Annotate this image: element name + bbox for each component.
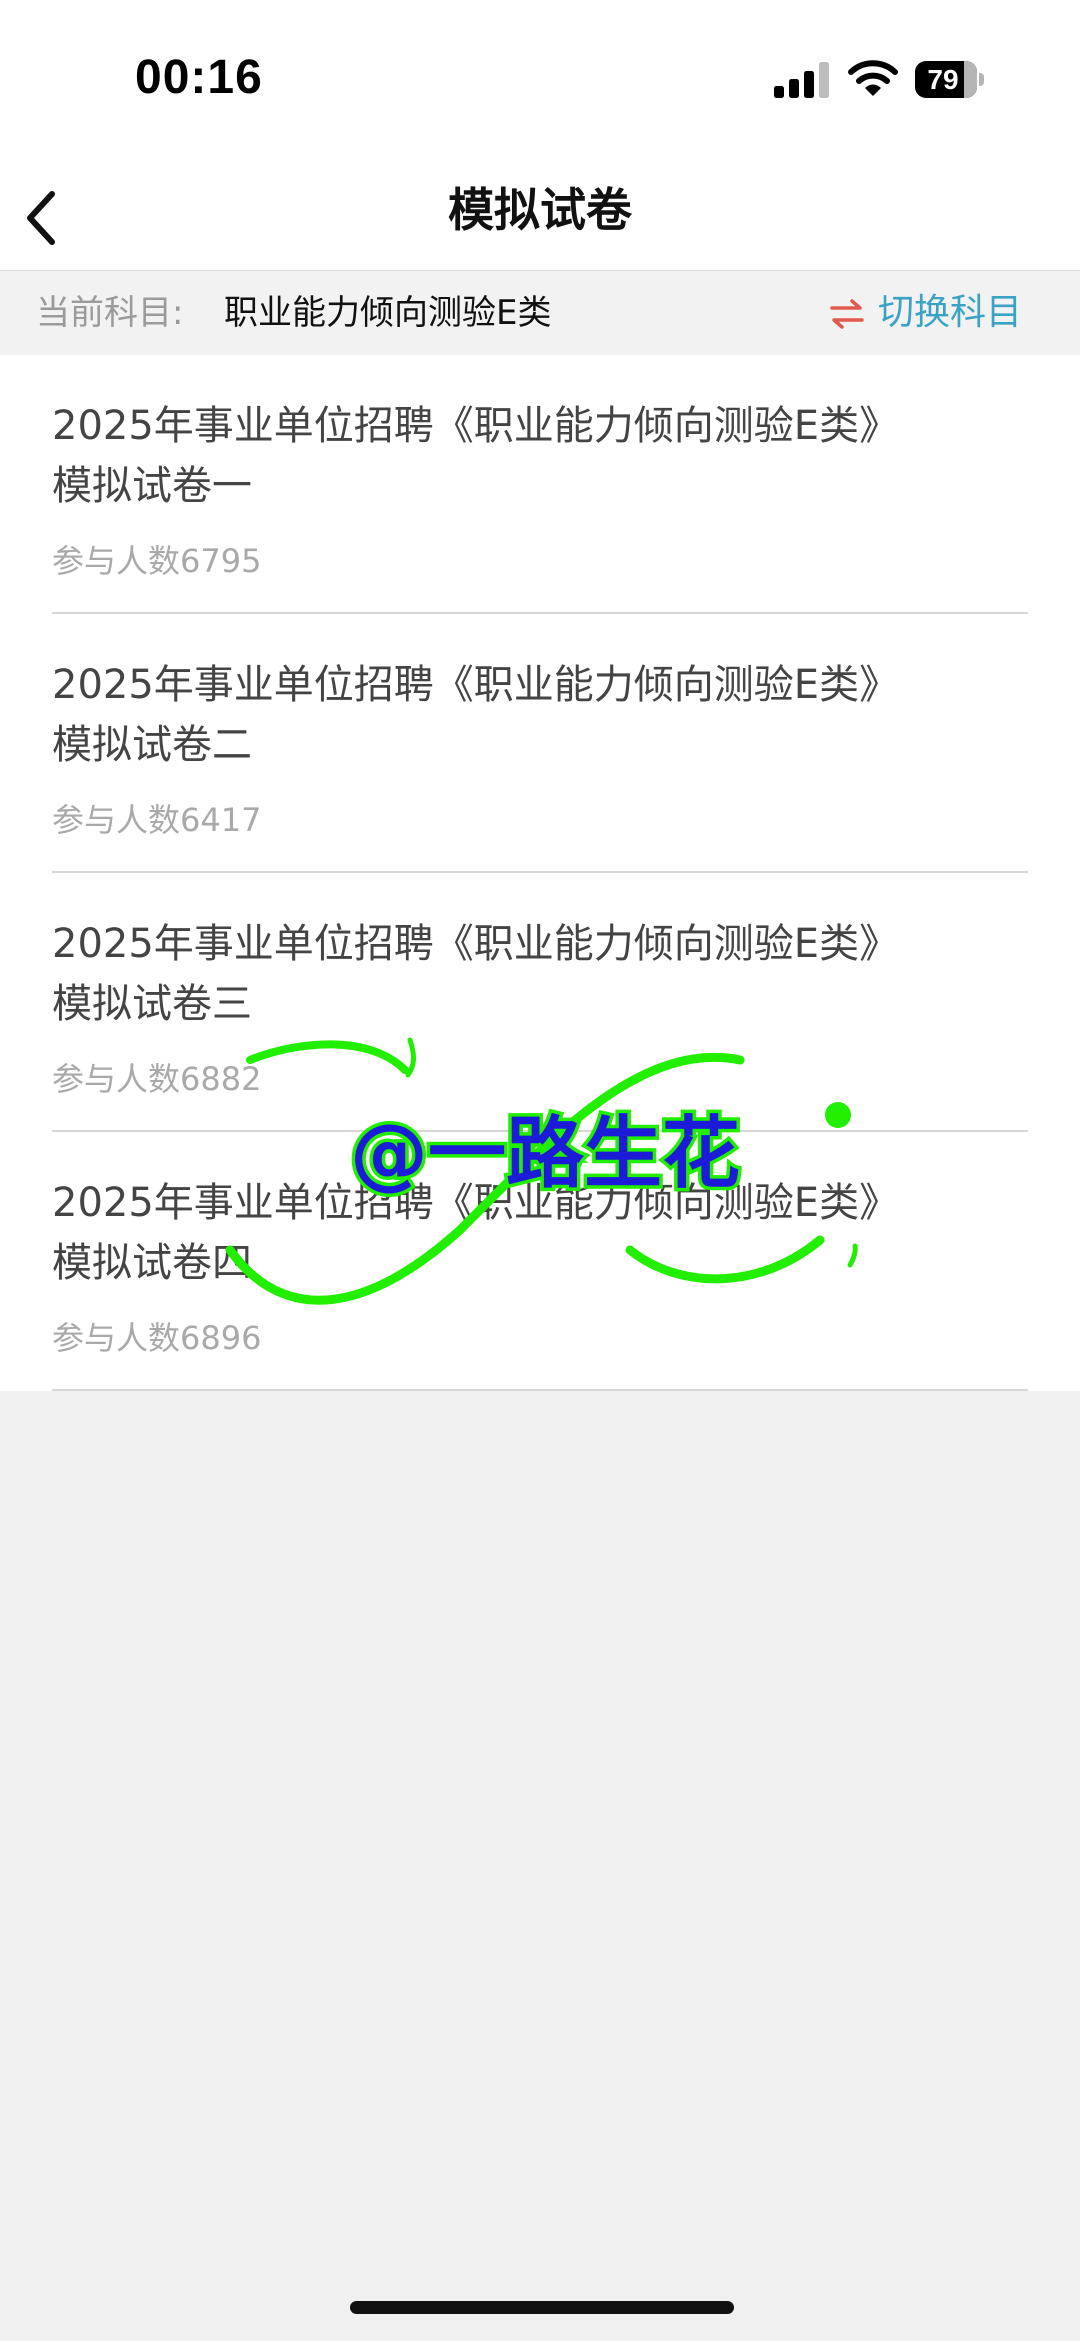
swap-arrows-icon: [830, 299, 864, 329]
subject-value: 职业能力倾向测验E类: [224, 293, 552, 333]
list-item[interactable]: 2025年事业单位招聘《职业能力倾向测验E类》模拟试卷四 参与人数6896: [0, 1132, 1080, 1391]
divider: [52, 1389, 1028, 1391]
paper-title: 2025年事业单位招聘《职业能力倾向测验E类》模拟试卷二: [52, 662, 900, 768]
paper-title: 2025年事业单位招聘《职业能力倾向测验E类》模拟试卷四: [52, 1180, 900, 1286]
battery-icon: 79: [915, 61, 985, 98]
home-indicator[interactable]: [350, 2301, 734, 2314]
switch-subject-label: 切换科目: [878, 292, 1023, 333]
battery-body: 79: [915, 61, 977, 98]
subject-label: 当前科目:: [36, 293, 184, 333]
list-item[interactable]: 2025年事业单位招聘《职业能力倾向测验E类》模拟试卷二 参与人数6417: [0, 614, 1080, 873]
list-item[interactable]: 2025年事业单位招聘《职业能力倾向测验E类》模拟试卷三 参与人数6882: [0, 873, 1080, 1132]
participant-count: 参与人数6882: [52, 1060, 262, 1098]
chevron-left-icon: [27, 191, 55, 245]
paper-title: 2025年事业单位招聘《职业能力倾向测验E类》模拟试卷一: [52, 403, 900, 509]
paper-list: 2025年事业单位招聘《职业能力倾向测验E类》模拟试卷一 参与人数6795 20…: [0, 355, 1080, 1391]
battery-level: 79: [927, 64, 959, 95]
page-title: 模拟试卷: [448, 183, 632, 237]
status-bar: 00:16 79: [0, 0, 1080, 150]
wifi-icon: [848, 60, 898, 96]
subject-bar: 当前科目: 职业能力倾向测验E类 切换科目: [0, 270, 1080, 356]
switch-subject-button[interactable]: 切换科目: [828, 271, 1058, 355]
participant-count: 参与人数6417: [52, 801, 262, 839]
back-button[interactable]: [10, 170, 90, 250]
participant-count: 参与人数6795: [52, 542, 262, 580]
status-time: 00:16: [135, 51, 263, 104]
paper-title: 2025年事业单位招聘《职业能力倾向测验E类》模拟试卷三: [52, 921, 900, 1027]
participant-count: 参与人数6896: [52, 1319, 262, 1357]
signal-icon: [774, 62, 829, 98]
list-item[interactable]: 2025年事业单位招聘《职业能力倾向测验E类》模拟试卷一 参与人数6795: [0, 355, 1080, 614]
nav-bar: 模拟试卷: [0, 150, 1080, 270]
